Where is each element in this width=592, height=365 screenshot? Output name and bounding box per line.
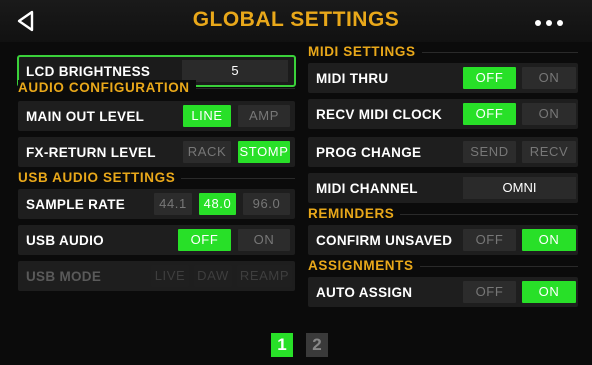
sample-rate-row: SAMPLE RATE 44.1 48.0 96.0 [18, 189, 295, 219]
confirm-unsaved-on-option[interactable]: ON [522, 229, 576, 251]
usb-mode-live-option: LIVE [151, 265, 189, 287]
midi-channel-value[interactable]: OMNI [463, 177, 576, 199]
confirm-unsaved-row: CONFIRM UNSAVED OFF ON [308, 225, 578, 255]
more-dots-icon [535, 20, 541, 26]
auto-assign-label: AUTO ASSIGN [316, 285, 413, 300]
recv-midi-clock-on-option[interactable]: ON [522, 103, 576, 125]
recv-midi-clock-off-option[interactable]: OFF [463, 103, 516, 125]
prog-change-label: PROG CHANGE [316, 145, 422, 160]
page-indicator: 1 2 [270, 333, 330, 365]
midi-channel-row: MIDI CHANNEL OMNI [308, 173, 578, 203]
page-title: GLOBAL SETTINGS [192, 8, 400, 31]
fx-return-level-row: FX-RETURN LEVEL RACK STOMP [18, 137, 295, 167]
usb-audio-off-option[interactable]: OFF [178, 229, 231, 251]
main-out-level-label: MAIN OUT LEVEL [26, 109, 145, 124]
main-out-level-amp-option[interactable]: AMP [238, 105, 290, 127]
main-out-level-line-option[interactable]: LINE [183, 105, 231, 127]
global-settings-screen: GLOBAL SETTINGS LCD BRIGHTNESS 5 AUDIO C… [0, 0, 592, 365]
usb-mode-daw-option: DAW [194, 265, 232, 287]
usb-mode-reamp-option: REAMP [237, 265, 292, 287]
recv-midi-clock-label: RECV MIDI CLOCK [316, 107, 442, 122]
assignments-title: ASSIGNMENTS [308, 258, 420, 273]
assignments-section-header: ASSIGNMENTS [308, 258, 578, 274]
sample-rate-96-option[interactable]: 96.0 [243, 193, 290, 215]
more-dots-icon [557, 20, 563, 26]
reminders-title: REMINDERS [308, 206, 401, 221]
usb-mode-row: USB MODE LIVE DAW REAMP [18, 261, 295, 291]
usb-audio-label: USB AUDIO [26, 233, 104, 248]
usb-mode-label: USB MODE [26, 269, 102, 284]
confirm-unsaved-off-option[interactable]: OFF [463, 229, 516, 251]
fx-return-level-rack-option[interactable]: RACK [183, 141, 231, 163]
audio-configuration-section-header: AUDIO CONFIGURATION [18, 80, 295, 96]
auto-assign-off-option[interactable]: OFF [463, 281, 516, 303]
midi-thru-label: MIDI THRU [316, 71, 389, 86]
usb-audio-settings-section-header: USB AUDIO SETTINGS [18, 170, 295, 186]
more-dots-icon [546, 20, 552, 26]
midi-thru-off-option[interactable]: OFF [463, 67, 516, 89]
main-out-level-row: MAIN OUT LEVEL LINE AMP [18, 101, 295, 131]
midi-channel-label: MIDI CHANNEL [316, 181, 418, 196]
sample-rate-label: SAMPLE RATE [26, 197, 126, 212]
prog-change-row: PROG CHANGE SEND RECV [308, 137, 578, 167]
prog-change-recv-option[interactable]: RECV [522, 141, 576, 163]
usb-audio-row: USB AUDIO OFF ON [18, 225, 295, 255]
header-bar: GLOBAL SETTINGS [0, 0, 592, 42]
lcd-brightness-label: LCD BRIGHTNESS [26, 64, 151, 79]
auto-assign-on-option[interactable]: ON [522, 281, 576, 303]
sample-rate-44-option[interactable]: 44.1 [154, 193, 192, 215]
auto-assign-row: AUTO ASSIGN OFF ON [308, 277, 578, 307]
reminders-section-header: REMINDERS [308, 206, 578, 222]
midi-thru-row: MIDI THRU OFF ON [308, 63, 578, 93]
midi-thru-on-option[interactable]: ON [522, 67, 576, 89]
more-options-button[interactable] [535, 13, 571, 27]
lcd-brightness-value[interactable]: 5 [182, 60, 288, 82]
midi-settings-section-header: MIDI SETTINGS [308, 44, 578, 60]
sample-rate-48-option[interactable]: 48.0 [199, 193, 236, 215]
midi-settings-title: MIDI SETTINGS [308, 44, 422, 59]
confirm-unsaved-label: CONFIRM UNSAVED [316, 233, 453, 248]
page-2-button[interactable]: 2 [306, 333, 328, 357]
usb-audio-on-option[interactable]: ON [238, 229, 290, 251]
prog-change-send-option[interactable]: SEND [463, 141, 516, 163]
audio-configuration-title: AUDIO CONFIGURATION [18, 80, 196, 95]
usb-audio-settings-title: USB AUDIO SETTINGS [18, 170, 182, 185]
page-1-button[interactable]: 1 [271, 333, 293, 357]
fx-return-level-label: FX-RETURN LEVEL [26, 145, 156, 160]
fx-return-level-stomp-option[interactable]: STOMP [238, 141, 290, 163]
recv-midi-clock-row: RECV MIDI CLOCK OFF ON [308, 99, 578, 129]
